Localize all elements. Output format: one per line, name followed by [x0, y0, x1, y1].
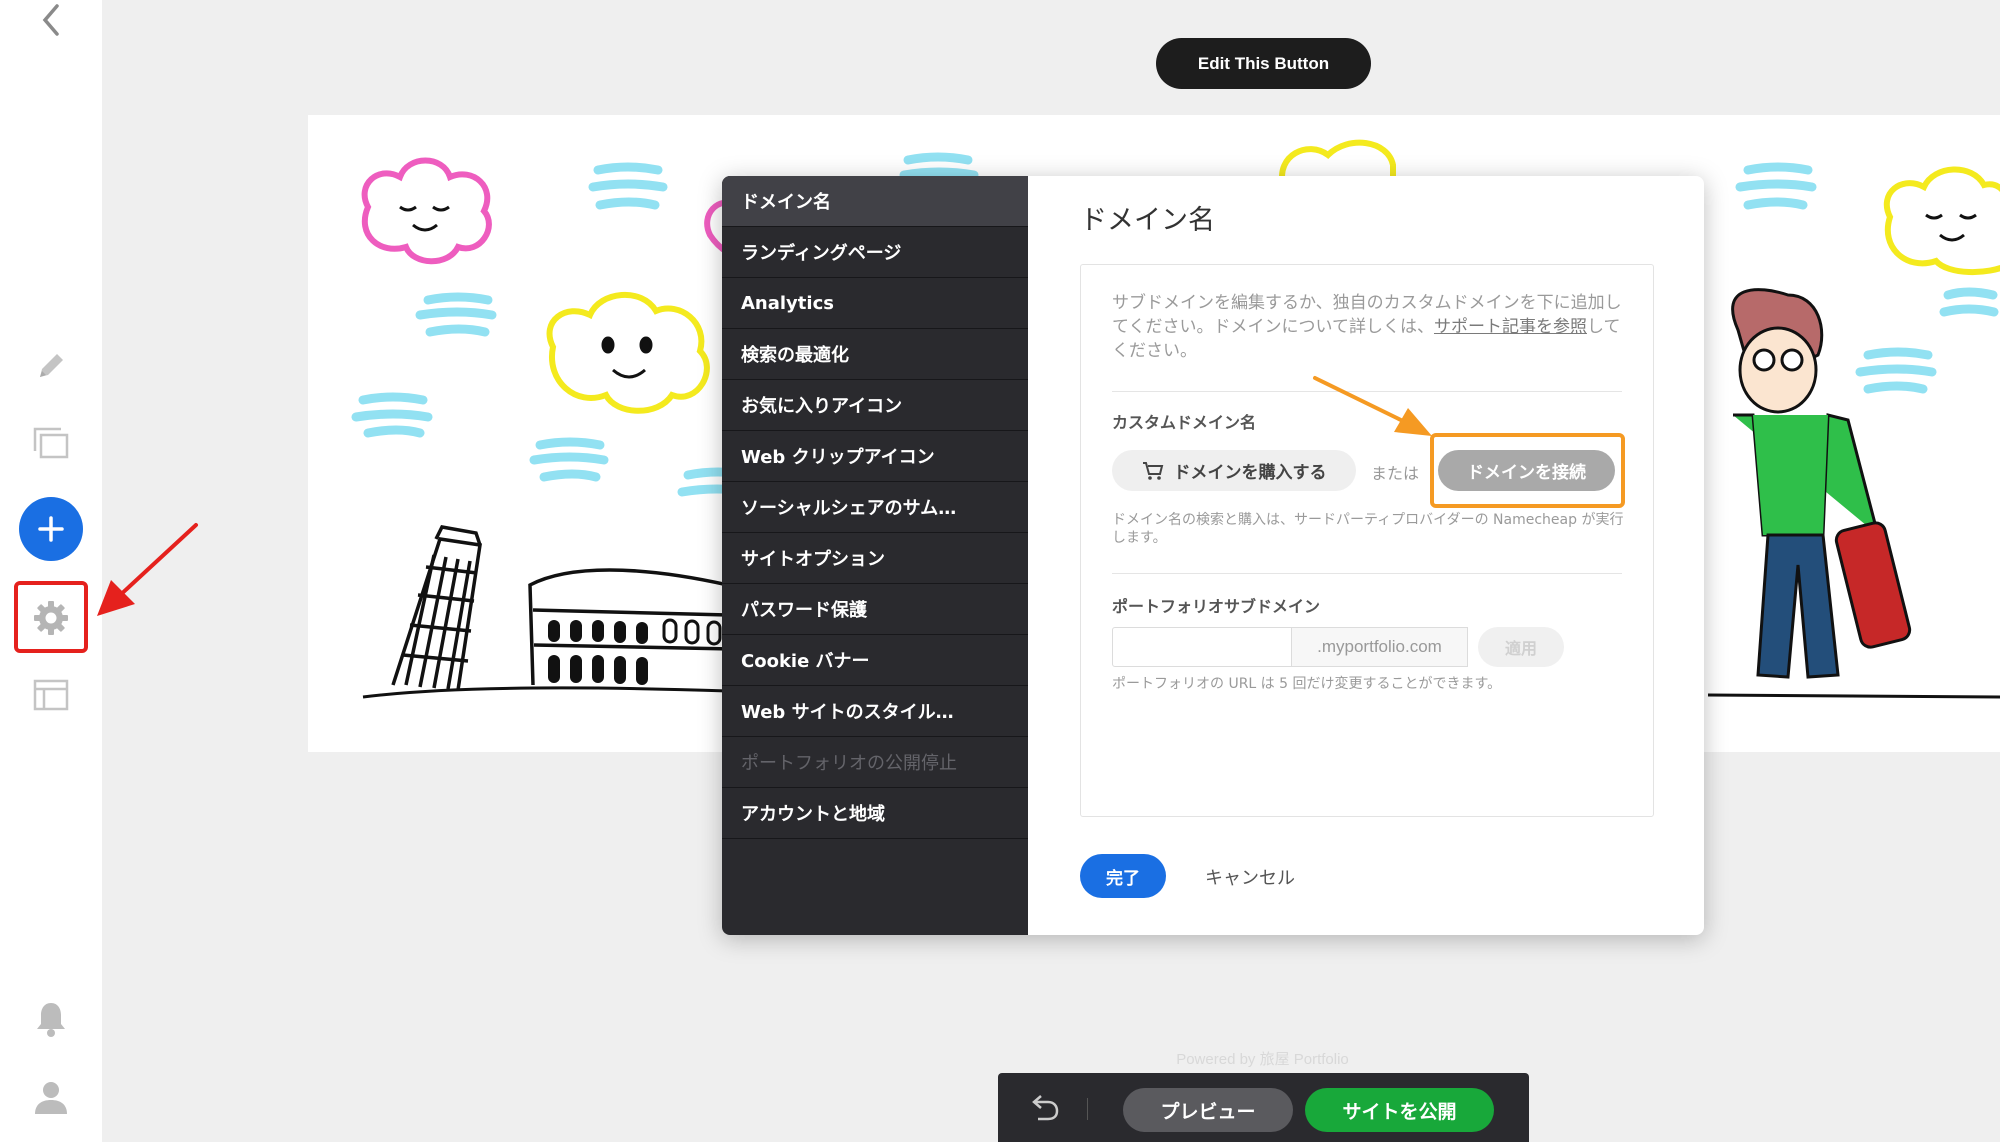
settings-content: ドメイン名 サブドメインを編集するか、独自のカスタムドメインを下に追加してくださ…: [1028, 176, 1704, 935]
bell-icon[interactable]: [25, 993, 77, 1045]
settings-modal: ドメイン名 ランディングページ Analytics 検索の最適化 お気に入りアイコン We…: [722, 176, 1704, 935]
buy-domain-button[interactable]: ドメインを購入する: [1112, 450, 1356, 491]
support-article-link[interactable]: サポート記事を参照: [1434, 317, 1587, 337]
settings-menu: ドメイン名 ランディングページ Analytics 検索の最適化 お気に入りアイコン We…: [722, 176, 1028, 935]
layout-icon[interactable]: [25, 669, 77, 721]
left-toolbar: [0, 0, 102, 1142]
subdomain-label: ポートフォリオサブドメイン: [1112, 597, 1321, 616]
or-text: または: [1371, 464, 1420, 483]
undo-icon[interactable]: [1030, 1094, 1060, 1126]
red-pointer-arrow-icon: [97, 523, 198, 616]
namecheap-note: ドメイン名の検索と購入は、サードパーティプロバイダーの Namecheap が実…: [1112, 512, 1624, 546]
subdomain-suffix: .myportfolio.com: [1292, 627, 1468, 667]
pink-cloud: [361, 157, 492, 265]
pencil-icon[interactable]: [25, 340, 77, 392]
plus-icon: [38, 516, 64, 542]
menu-item[interactable]: Cookie バナー: [722, 635, 1028, 686]
domain-panel: サブドメインを編集するか、独自のカスタムドメインを下に追加してください。ドメイン…: [1080, 264, 1654, 817]
bottom-action-bar: プレビュー サイトを公開: [998, 1073, 1529, 1142]
divider: [1087, 1098, 1088, 1120]
traveler-drawing: [1731, 288, 1912, 679]
menu-item: ポートフォリオの公開停止: [722, 737, 1028, 788]
buy-domain-label: ドメインを購入する: [1173, 463, 1327, 483]
menu-item[interactable]: お気に入りアイコン: [722, 380, 1028, 431]
cancel-button[interactable]: キャンセル: [1205, 864, 1295, 890]
content-title: ドメイン名: [1080, 205, 1215, 236]
custom-domain-label: カスタムドメイン名: [1112, 413, 1257, 432]
back-chevron-icon[interactable]: [25, 0, 77, 46]
cart-icon: [1142, 461, 1163, 480]
menu-item[interactable]: ランディングページ: [722, 227, 1028, 278]
done-button[interactable]: 完了: [1080, 854, 1166, 898]
menu-item[interactable]: ソーシャルシェアのサム…: [722, 482, 1028, 533]
publish-site-button[interactable]: サイトを公開: [1305, 1088, 1494, 1132]
add-content-button[interactable]: [19, 497, 83, 561]
menu-item[interactable]: アカウントと地域: [722, 788, 1028, 839]
menu-item[interactable]: Analytics: [722, 278, 1028, 329]
menu-item[interactable]: 検索の最適化: [722, 329, 1028, 380]
powered-by-text: Powered by 旅屋 Portfolio: [1176, 1051, 1349, 1068]
menu-item[interactable]: パスワード保護: [722, 584, 1028, 635]
menu-item[interactable]: Web サイトのスタイル…: [722, 686, 1028, 737]
menu-item[interactable]: サイトオプション: [722, 533, 1028, 584]
apply-button[interactable]: 適用: [1478, 627, 1564, 667]
domain-description: サブドメインを編集するか、独自のカスタムドメインを下に追加してください。ドメイン…: [1112, 291, 1632, 363]
connect-domain-button[interactable]: ドメインを接続: [1438, 450, 1615, 491]
menu-item[interactable]: ドメイン名: [722, 176, 1028, 227]
gear-highlight-box: [14, 581, 88, 653]
preview-button[interactable]: プレビュー: [1123, 1088, 1293, 1132]
leaning-tower-drawing: [391, 525, 482, 691]
subdomain-input[interactable]: [1112, 627, 1292, 667]
pages-icon[interactable]: [25, 417, 77, 469]
edit-this-button[interactable]: Edit This Button: [1156, 38, 1371, 89]
divider: [1112, 573, 1622, 574]
user-icon[interactable]: [25, 1071, 77, 1123]
subdomain-note: ポートフォリオの URL は 5 回だけ変更することができます。: [1112, 676, 1502, 692]
orange-pointer-arrow-icon: [1313, 376, 1432, 436]
menu-item[interactable]: Web クリップアイコン: [722, 431, 1028, 482]
